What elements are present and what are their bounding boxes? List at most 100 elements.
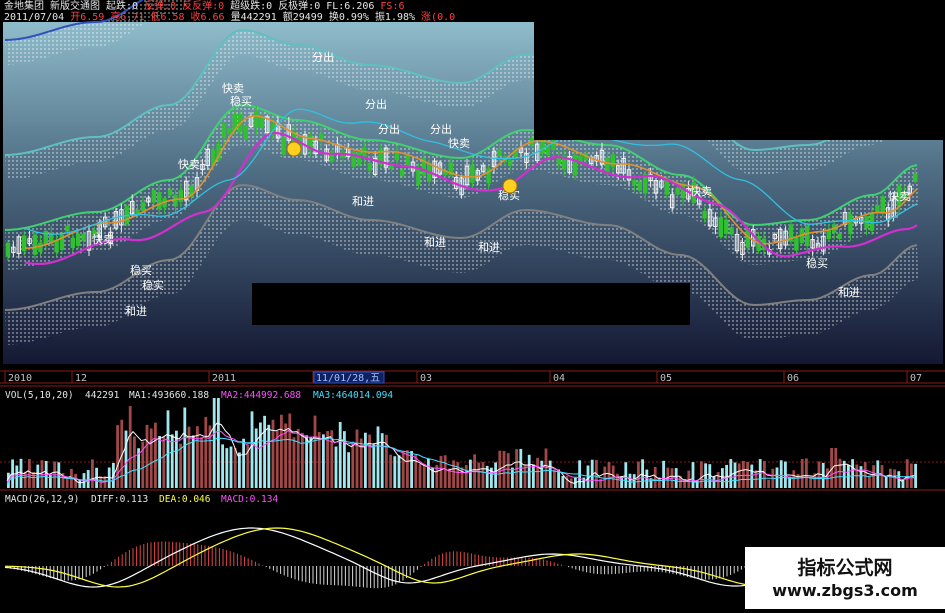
- candle-body: [724, 219, 729, 234]
- vol-bar: [145, 424, 149, 488]
- vol-bar: [175, 430, 178, 488]
- vol-bar: [191, 435, 195, 488]
- axis-label: 11/01/28,五: [316, 373, 380, 384]
- candle-body: [259, 116, 265, 128]
- candle-body: [243, 125, 248, 140]
- candle-body: [805, 225, 810, 247]
- vol-bar: [309, 436, 313, 488]
- vol-bar: [641, 459, 644, 488]
- candle-body: [5, 242, 11, 257]
- vol-bar: [427, 458, 430, 488]
- vol-bar: [296, 428, 300, 488]
- vol-bar: [275, 430, 279, 488]
- vol-bar: [158, 436, 161, 488]
- signal-hejin: 和进: [838, 286, 860, 299]
- vol-bar: [334, 446, 338, 488]
- signal-hejin: 和进: [125, 305, 147, 318]
- vol-bar: [317, 432, 321, 488]
- candle-body: [610, 154, 615, 168]
- vol-bar: [406, 450, 409, 488]
- vol-bar: [800, 458, 804, 488]
- header-field: 反极弹:0: [278, 1, 321, 12]
- candle-body: [81, 233, 86, 241]
- candle-body: [794, 236, 799, 251]
- header-field: 量442291: [230, 12, 277, 23]
- vol-bar: [36, 464, 40, 488]
- candle-body: [869, 212, 875, 231]
- candle-body: [400, 169, 405, 177]
- header-field: 开6.59: [70, 12, 105, 23]
- vol-bar: [553, 469, 556, 488]
- vol-bar: [792, 470, 796, 488]
- vol-legend: MA2:444992.688: [221, 390, 301, 401]
- header-field: 起跌:0: [106, 1, 139, 12]
- vol-bar: [767, 479, 770, 488]
- vol-bar: [880, 465, 884, 488]
- axis-label: 07: [910, 373, 922, 384]
- vol-bar: [313, 415, 317, 488]
- candle-body: [745, 229, 750, 248]
- signal-wenmai: 稳买: [806, 256, 828, 270]
- vol-legend: MA1:493660.188: [129, 390, 209, 401]
- vol-bar: [288, 413, 292, 488]
- signal-hejin: 和进: [424, 236, 446, 249]
- vol-bar: [259, 422, 262, 488]
- vol-bar: [884, 476, 888, 488]
- vol-bar: [267, 424, 271, 488]
- vol-bar: [40, 460, 44, 488]
- header-field: 2011/07/04: [4, 12, 65, 23]
- candle-body: [837, 233, 842, 239]
- vol-bar: [779, 460, 783, 488]
- vol-bar: [700, 461, 703, 488]
- candle-body: [848, 214, 853, 235]
- candle-body: [140, 202, 146, 211]
- vol-bar: [229, 446, 233, 488]
- candle-body: [913, 173, 918, 182]
- vol-bar: [225, 448, 229, 488]
- vol-bar: [351, 441, 355, 488]
- macd-legend: DEA:0.046: [159, 494, 211, 505]
- macd-dea-line: [4, 527, 746, 588]
- vol-legend: 442291: [85, 390, 120, 401]
- vol-bar: [200, 437, 203, 488]
- vol-bar: [532, 464, 535, 488]
- vol-bar: [632, 474, 636, 488]
- vol-bar: [855, 464, 859, 488]
- vol-bar: [397, 455, 401, 488]
- candle-body: [32, 234, 38, 255]
- volume-panel: VOL(5,10,20) 442291 MA1:493660.188 MA2:4449…: [0, 385, 945, 491]
- vol-bar: [242, 438, 245, 488]
- vol-bar: [859, 466, 863, 488]
- vol-bar: [868, 475, 871, 488]
- candle-body: [729, 227, 734, 235]
- header-field: 振1.98%: [374, 12, 416, 23]
- vol-bar: [893, 469, 896, 488]
- axis-label: 05: [660, 373, 672, 384]
- vol-bar: [170, 434, 174, 488]
- header-field: FS:6: [380, 1, 405, 12]
- vol-bar: [851, 459, 854, 488]
- vol-bar: [23, 471, 27, 488]
- time-axis: 2010 12 2011 11/01/28,五 03 04 05 06 07: [0, 370, 945, 384]
- header-field: 高6.71: [110, 12, 145, 23]
- candle-body: [545, 146, 551, 156]
- vol-legend: MA3:464014.094: [313, 390, 393, 401]
- axis-label: 12: [75, 373, 87, 384]
- vol-bar: [380, 433, 384, 488]
- vol-bar: [280, 414, 283, 488]
- macd-panel: MACD(26,12,9) DIFF:0.113 DEA:0.046 MACD:0.1…: [4, 494, 746, 589]
- vol-bar: [32, 472, 35, 488]
- watermark-url: www.zbgs3.com: [772, 581, 918, 600]
- vol-bar: [662, 460, 665, 488]
- vol-bar: [250, 411, 254, 488]
- axis-label: 2011: [212, 373, 236, 384]
- vol-bar: [418, 463, 422, 488]
- vol-bar: [221, 444, 224, 488]
- candle-body: [405, 154, 410, 166]
- vol-bar: [166, 410, 170, 488]
- vol-bar: [91, 459, 94, 488]
- vol-bar: [691, 462, 695, 488]
- vol-bar: [536, 457, 539, 488]
- vol-bar: [65, 477, 69, 488]
- vol-bar: [506, 453, 510, 488]
